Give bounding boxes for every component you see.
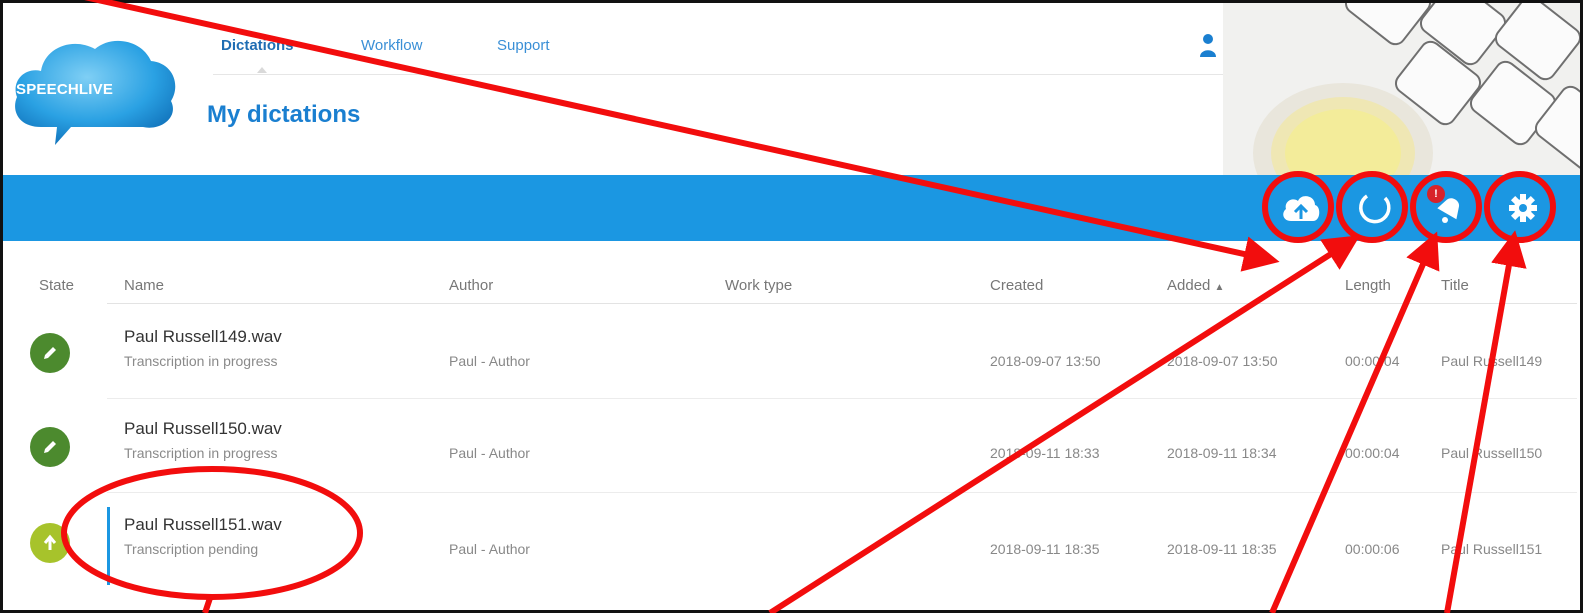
- header-created[interactable]: Created: [990, 277, 1043, 294]
- header-author[interactable]: Author: [449, 277, 493, 294]
- added-cell: 2018-09-07 13:50: [1167, 353, 1278, 369]
- file-status: Transcription in progress: [124, 353, 278, 369]
- author-cell: Paul - Author: [449, 353, 530, 369]
- table-row[interactable]: Paul Russell150.wav Transcription in pro…: [3, 401, 1580, 493]
- added-cell: 2018-09-11 18:35: [1167, 541, 1277, 557]
- created-cell: 2018-09-11 18:33: [990, 445, 1100, 461]
- file-status: Transcription in progress: [124, 445, 278, 461]
- header-state[interactable]: State: [39, 277, 74, 294]
- nav-workflow[interactable]: Workflow: [361, 37, 422, 54]
- main-nav: Dictations Workflow Support: [213, 25, 1233, 75]
- author-cell: Paul - Author: [449, 445, 530, 461]
- title-cell: Paul Russell151: [1441, 541, 1543, 557]
- length-cell: 00:00:04: [1345, 445, 1400, 461]
- logo-text: SPEECHLIVE: [16, 81, 114, 98]
- added-cell: 2018-09-11 18:34: [1167, 445, 1277, 461]
- gear-icon: [1509, 194, 1537, 222]
- refresh-button[interactable]: [1349, 185, 1401, 231]
- selection-indicator: [107, 507, 110, 585]
- state-pending: [30, 523, 70, 563]
- keyboard-cup-photo: [1223, 3, 1580, 175]
- user-icon[interactable]: [1199, 33, 1217, 57]
- active-nav-indicator: [257, 67, 267, 73]
- dictations-table: State Name Author Work type Created Adde…: [3, 241, 1580, 610]
- nav-dictations[interactable]: Dictations: [221, 37, 294, 54]
- file-name[interactable]: Paul Russell150.wav: [124, 419, 282, 439]
- app-window: SPEECHLIVE Dictations Workflow Support M…: [0, 0, 1583, 613]
- page-title: My dictations: [207, 101, 361, 128]
- author-cell: Paul - Author: [449, 541, 530, 557]
- file-name[interactable]: Paul Russell151.wav: [124, 515, 282, 535]
- length-cell: 00:00:04: [1345, 353, 1400, 369]
- refresh-icon: [1359, 194, 1391, 224]
- pencil-icon: [44, 347, 56, 359]
- header-added[interactable]: Added ▲: [1167, 277, 1224, 294]
- sort-ascending-icon: ▲: [1214, 282, 1225, 293]
- row-divider: [107, 492, 1577, 493]
- header-divider: [107, 303, 1577, 304]
- settings-button[interactable]: [1497, 185, 1549, 231]
- table-row[interactable]: Paul Russell149.wav Transcription in pro…: [3, 307, 1580, 399]
- pencil-icon: [44, 441, 56, 453]
- notification-badge: !: [1427, 185, 1445, 203]
- title-cell: Paul Russell150: [1441, 445, 1543, 461]
- header-work-type[interactable]: Work type: [725, 277, 792, 294]
- toolbar: !: [3, 175, 1580, 241]
- upload-button[interactable]: [1275, 185, 1327, 231]
- header: SPEECHLIVE Dictations Workflow Support M…: [3, 3, 1580, 175]
- length-cell: 00:00:06: [1345, 541, 1400, 557]
- header-added-label: Added: [1167, 277, 1211, 294]
- file-status: Transcription pending: [124, 541, 259, 557]
- row-divider: [107, 398, 1577, 399]
- nav-support[interactable]: Support: [497, 37, 550, 54]
- state-in-progress: [30, 427, 70, 467]
- title-cell: Paul Russell149: [1441, 353, 1543, 369]
- header-title[interactable]: Title: [1441, 277, 1469, 294]
- table-row-selected[interactable]: Paul Russell151.wav Transcription pendin…: [3, 495, 1580, 587]
- file-name[interactable]: Paul Russell149.wav: [124, 327, 282, 347]
- header-name[interactable]: Name: [124, 277, 164, 294]
- created-cell: 2018-09-11 18:35: [990, 541, 1100, 557]
- state-in-progress: [30, 333, 70, 373]
- header-length[interactable]: Length: [1345, 277, 1391, 294]
- arrow-up-icon: [43, 534, 57, 550]
- cloud-upload-icon: [1283, 196, 1320, 221]
- created-cell: 2018-09-07 13:50: [990, 353, 1101, 369]
